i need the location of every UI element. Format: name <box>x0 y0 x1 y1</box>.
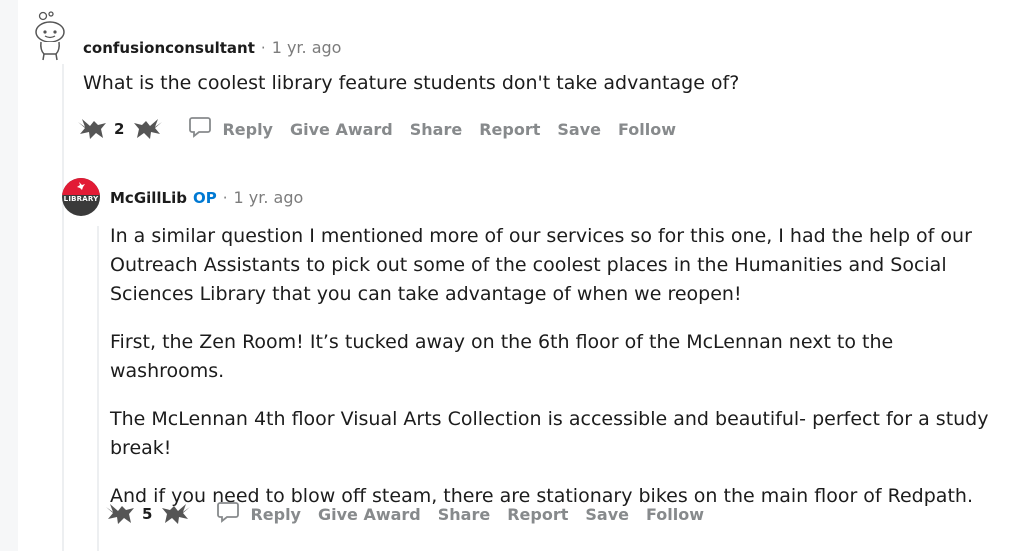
give-award-button[interactable]: Give Award <box>318 505 421 524</box>
share-button[interactable]: Share <box>438 505 490 524</box>
op-badge: OP <box>193 188 217 207</box>
comment-bubble-icon <box>188 115 222 143</box>
timestamp[interactable]: 1 yr. ago <box>272 38 342 57</box>
comment-meta: McGillLib OP · 1 yr. ago <box>110 188 303 207</box>
paragraph: First, the Zen Room! It’s tucked away on… <box>110 331 894 382</box>
vote-score: 5 <box>142 505 153 523</box>
save-button[interactable]: Save <box>557 120 601 139</box>
downvote-bird-icon[interactable] <box>130 116 164 142</box>
give-award-button[interactable]: Give Award <box>290 120 393 139</box>
follow-button[interactable]: Follow <box>646 505 704 524</box>
report-button[interactable]: Report <box>479 120 540 139</box>
separator-dot: · <box>222 188 228 207</box>
upvote-bird-icon[interactable] <box>76 116 110 142</box>
comment-body: What is the coolest library feature stud… <box>83 72 740 94</box>
timestamp[interactable]: 1 yr. ago <box>234 188 304 207</box>
comment-body: In a similar question I mentioned more o… <box>110 222 1010 530</box>
library-bird-icon <box>77 182 85 190</box>
thread-collapse-line[interactable] <box>62 64 64 551</box>
share-button[interactable]: Share <box>410 120 462 139</box>
vote-group: 5 <box>104 501 192 527</box>
comment-actions: 5 Reply Give Award Share Report Save Fol… <box>104 500 721 528</box>
save-button[interactable]: Save <box>585 505 629 524</box>
author-name[interactable]: McGillLib <box>110 189 187 207</box>
avatar-label: LIBRARY <box>63 195 99 203</box>
reply-button[interactable]: Reply <box>216 500 301 528</box>
vote-group: 2 <box>76 116 164 142</box>
reply-button[interactable]: Reply <box>188 115 273 143</box>
report-button[interactable]: Report <box>507 505 568 524</box>
snoo-avatar-icon[interactable] <box>32 10 68 62</box>
vote-score: 2 <box>114 120 125 138</box>
comment-actions: 2 Reply Give Award Share Report Save Fol… <box>76 115 693 143</box>
comment-bubble-icon <box>216 500 250 528</box>
library-avatar[interactable]: LIBRARY <box>62 178 100 216</box>
paragraph: The McLennan 4th floor Visual Arts Colle… <box>110 408 989 459</box>
paragraph: In a similar question I mentioned more o… <box>110 225 972 305</box>
thread-collapse-line-reply[interactable] <box>97 226 99 551</box>
comment-thread: confusionconsultant · 1 yr. ago What is … <box>18 0 1024 551</box>
follow-button[interactable]: Follow <box>618 120 676 139</box>
author-name[interactable]: confusionconsultant <box>83 39 255 57</box>
separator-dot: · <box>260 38 266 57</box>
upvote-bird-icon[interactable] <box>104 501 138 527</box>
comment-meta: confusionconsultant · 1 yr. ago <box>83 38 341 57</box>
reply-label: Reply <box>250 504 301 524</box>
reply-label: Reply <box>222 119 273 139</box>
downvote-bird-icon[interactable] <box>158 501 192 527</box>
